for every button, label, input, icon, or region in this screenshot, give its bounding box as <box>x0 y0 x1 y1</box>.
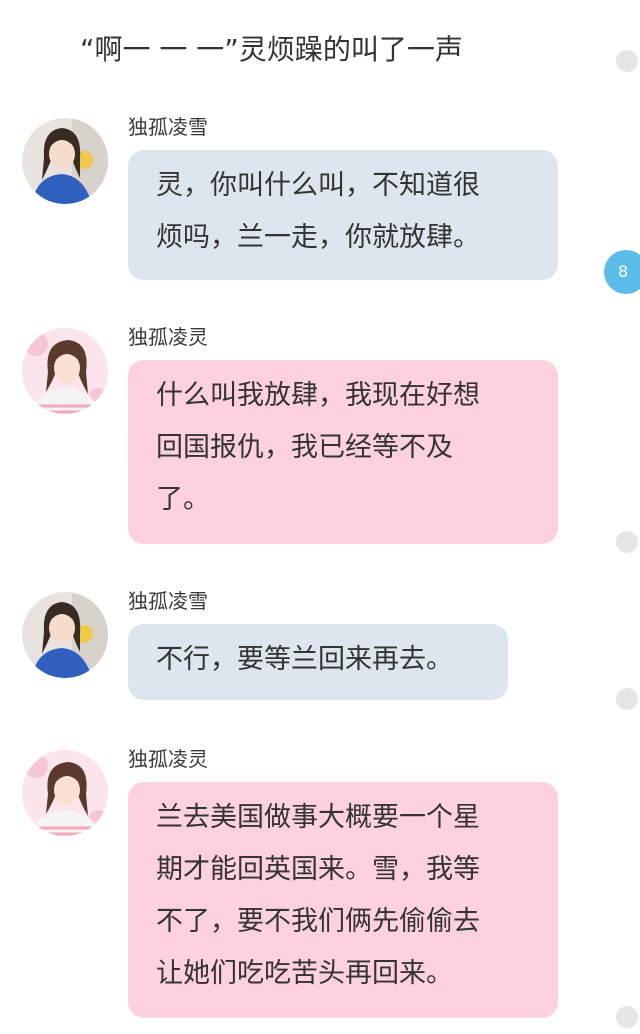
girl-portrait-icon <box>22 328 108 414</box>
message-bubble: 灵，你叫什么叫，不知道很 烦吗，兰一走，你就放肆。 <box>128 150 558 280</box>
count-badge[interactable]: 8 <box>604 250 640 294</box>
sender-name: 独孤凌灵 <box>128 747 208 771</box>
girl-portrait-icon <box>22 592 108 678</box>
message-line: 期才能回英国来。雪，我等 <box>156 854 480 885</box>
message-line: 回国报仇，我已经等不及 <box>156 432 453 463</box>
sender-name: 独孤凌雪 <box>128 115 208 139</box>
sender-name: 独孤凌雪 <box>128 589 208 613</box>
sender-name: 独孤凌灵 <box>128 325 208 349</box>
message-line: 让她们吃吃苦头再回来。 <box>156 958 453 989</box>
message-line: 什么叫我放肆，我现在好想 <box>156 380 480 411</box>
avatar[interactable] <box>22 328 108 414</box>
message-line: 兰去美国做事大概要一个星 <box>156 802 480 833</box>
page-dot-icon[interactable] <box>616 1006 638 1028</box>
message-line: 不了，要不我们俩先偷偷去 <box>156 906 480 937</box>
message-line: 灵，你叫什么叫，不知道很 <box>156 170 480 201</box>
message-bubble: 兰去美国做事大概要一个星 期才能回英国来。雪，我等 不了，要不我们俩先偷偷去 让… <box>128 782 558 1018</box>
page-dot-icon[interactable] <box>616 531 638 553</box>
message-bubble: 不行，要等兰回来再去。 <box>128 624 508 700</box>
message-line: 烦吗，兰一走，你就放肆。 <box>156 222 480 253</box>
avatar[interactable] <box>22 592 108 678</box>
girl-portrait-icon <box>22 118 108 204</box>
avatar[interactable] <box>22 118 108 204</box>
message-line: 了。 <box>156 484 210 515</box>
page-dot-icon[interactable] <box>616 50 638 72</box>
page-dot-icon[interactable] <box>616 688 638 710</box>
girl-portrait-icon <box>22 750 108 836</box>
message-bubble: 什么叫我放肆，我现在好想 回国报仇，我已经等不及 了。 <box>128 360 558 544</box>
avatar[interactable] <box>22 750 108 836</box>
message-line: 不行，要等兰回来再去。 <box>156 644 453 675</box>
narration-text: “啊一 一 一”灵烦躁的叫了一声 <box>80 33 463 66</box>
